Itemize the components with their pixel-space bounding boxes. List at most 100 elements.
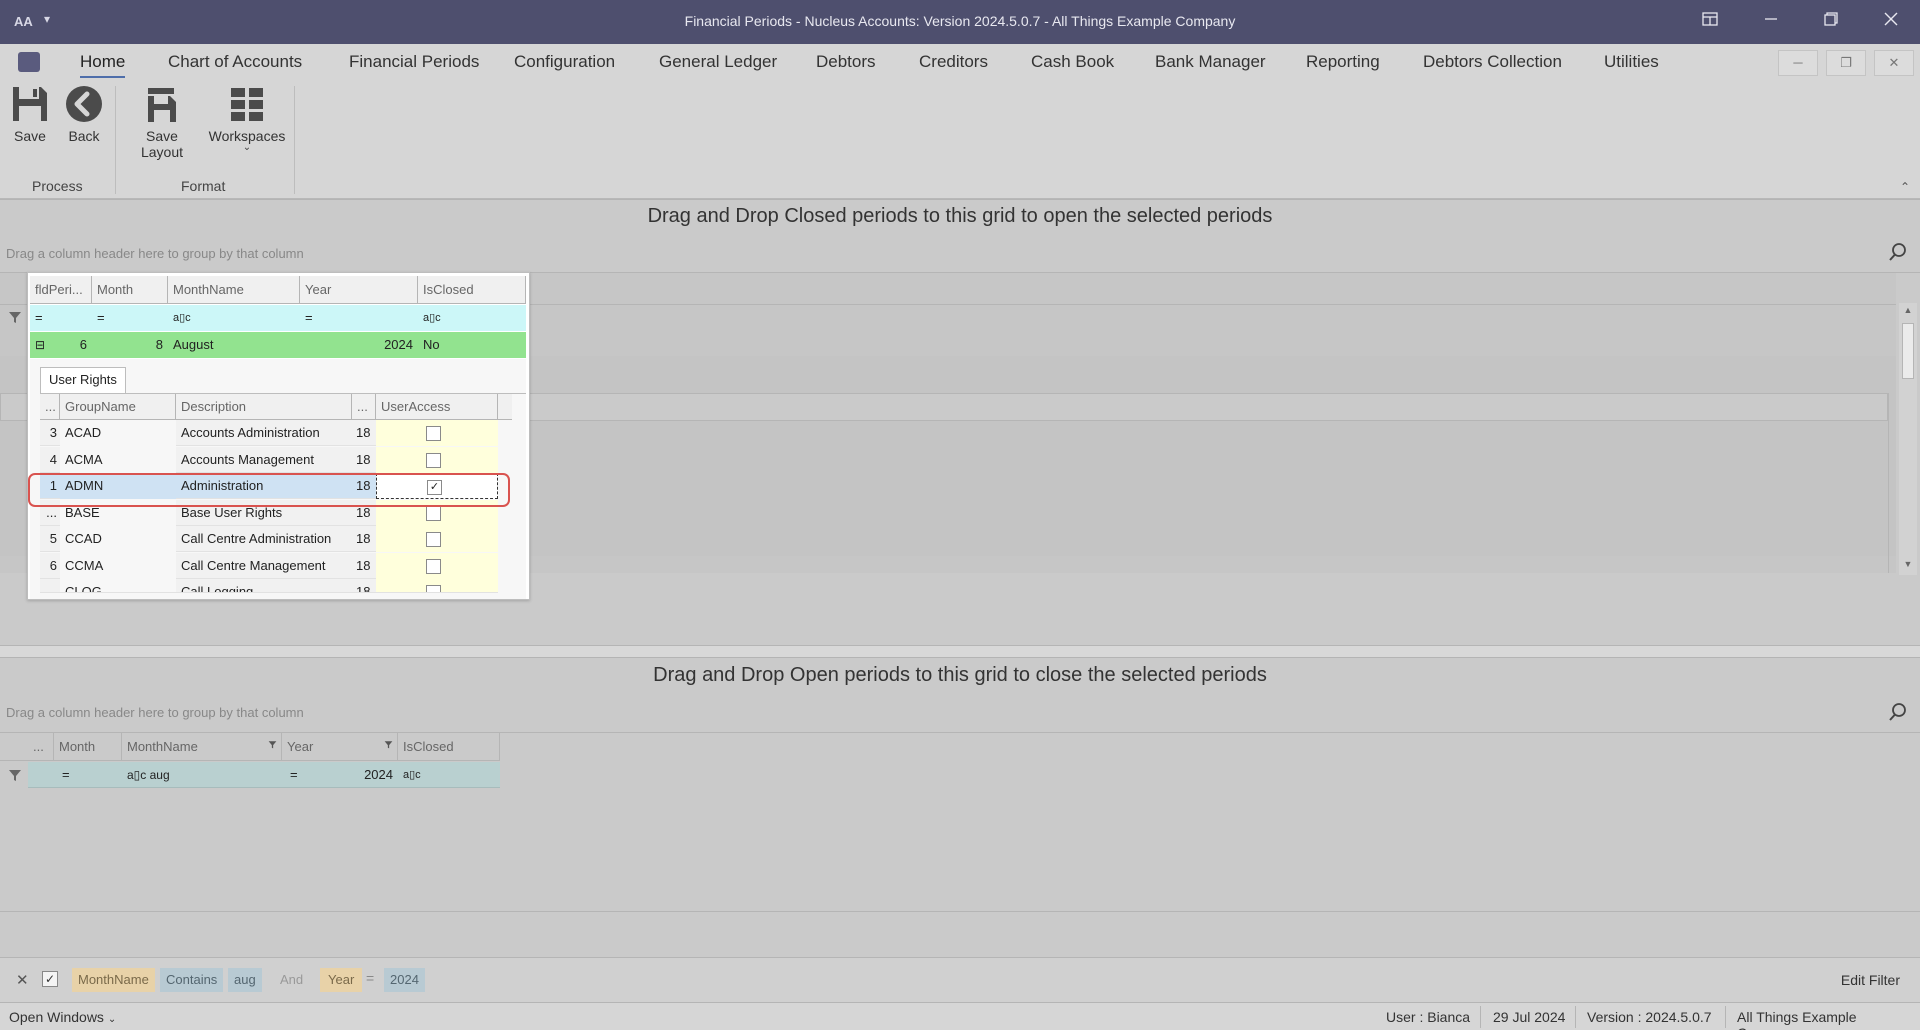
col-header-isclosed[interactable]: IsClosed <box>418 276 526 304</box>
col-header-monthname[interactable]: MonthName <box>122 733 282 761</box>
table-row[interactable]: 4 ACMA Accounts Management 18 <box>40 446 498 473</box>
filter-value-2024[interactable]: 2024 <box>384 968 425 992</box>
group-by-area[interactable]: Drag a column header here to group by th… <box>6 246 304 261</box>
collapse-ribbon-icon[interactable]: ⌃ <box>1900 180 1910 194</box>
auto-filter-row: = = a▯c = a▯c <box>30 305 526 331</box>
filter-cell-year[interactable]: 2024 <box>302 762 398 788</box>
open-windows-dropdown[interactable]: Open Windows ⌄ <box>9 1009 116 1025</box>
save-button[interactable]: Save <box>10 84 50 144</box>
filter-cell-month[interactable]: = <box>92 305 168 331</box>
tab-debtors[interactable]: Debtors <box>816 52 876 72</box>
status-company: All Things Example Company <box>1737 1009 1857 1030</box>
scroll-up-icon[interactable]: ▲ <box>1902 305 1914 317</box>
filter-field-monthname[interactable]: MonthName <box>72 968 155 992</box>
tab-creditors[interactable]: Creditors <box>919 52 988 72</box>
clear-filter-icon[interactable]: ✕ <box>16 971 29 989</box>
table-row[interactable]: ⊟ 6 8 August 2024 No <box>30 332 526 358</box>
edit-filter-link[interactable]: Edit Filter <box>1841 972 1900 988</box>
vertical-scrollbar[interactable]: ▲ ▼ <box>1899 303 1917 575</box>
ribbon-tab-bar: Home Chart of Accounts Financial Periods… <box>0 44 1920 80</box>
useraccess-checkbox[interactable] <box>426 505 441 521</box>
save-layout-button[interactable]: Save Layout <box>124 84 200 160</box>
tab-reporting[interactable]: Reporting <box>1306 52 1380 72</box>
cell-count: 18 <box>356 425 371 440</box>
tab-cash-book[interactable]: Cash Book <box>1031 52 1114 72</box>
open-windows-label: Open Windows <box>9 1009 104 1025</box>
useraccess-checkbox[interactable] <box>426 585 441 592</box>
scroll-down-icon[interactable]: ▼ <box>1902 559 1914 571</box>
workspaces-dropdown-icon[interactable]: ⌄ <box>208 143 286 153</box>
minimize-window-icon[interactable] <box>1751 8 1791 36</box>
close-window-icon[interactable] <box>1871 8 1911 36</box>
table-row[interactable]: 6 CCMA Call Centre Management 18 <box>40 552 498 579</box>
top-panel-title: Drag and Drop Closed periods to this gri… <box>647 205 1273 227</box>
useraccess-checkbox[interactable] <box>426 532 441 547</box>
table-row[interactable]: 3 ACAD Accounts Administration 18 <box>40 420 498 446</box>
tab-chart-of-accounts[interactable]: Chart of Accounts <box>168 52 302 72</box>
column-filter-icon[interactable] <box>268 736 277 752</box>
group-by-area[interactable]: Drag a column header here to group by th… <box>6 705 304 720</box>
search-icon[interactable] <box>1888 242 1908 265</box>
table-row[interactable]: CLOG Call Logging 18 <box>40 579 498 593</box>
useraccess-checkbox[interactable] <box>426 426 441 441</box>
filter-field-year[interactable]: Year <box>320 968 363 992</box>
cell-id: 3 <box>49 425 57 440</box>
filter-cell-year-operator[interactable]: = <box>282 762 302 788</box>
ribbon: Home Chart of Accounts Financial Periods… <box>0 44 1920 199</box>
col-header-month[interactable]: Month <box>54 733 122 761</box>
col-header-id[interactable]: ... <box>28 733 54 761</box>
tab-debtors-collection[interactable]: Debtors Collection <box>1423 52 1562 72</box>
tab-financial-periods[interactable]: Financial Periods <box>349 52 479 72</box>
col-header-id[interactable]: ... <box>40 394 60 420</box>
filter-cell-fldperiod[interactable]: = <box>30 305 92 331</box>
tab-user-rights[interactable]: User Rights <box>40 367 126 393</box>
filter-operator-contains[interactable]: Contains <box>160 968 224 992</box>
back-button[interactable]: Back <box>64 84 104 144</box>
mdi-minimize-icon[interactable]: ─ <box>1778 50 1818 76</box>
filter-value-aug[interactable]: aug <box>228 968 262 992</box>
tab-utilities[interactable]: Utilities <box>1604 52 1659 72</box>
col-header-description[interactable]: Description <box>176 394 352 420</box>
panel-splitter[interactable] <box>0 645 1920 657</box>
table-row[interactable]: 5 CCAD Call Centre Administration 18 <box>40 526 498 552</box>
cell-id: 4 <box>49 451 57 467</box>
col-header-year[interactable]: Year <box>300 276 418 304</box>
tab-configuration[interactable]: Configuration <box>514 52 615 72</box>
filter-conjunction[interactable]: And <box>280 972 303 987</box>
collapse-row-icon[interactable]: ⊟ <box>30 332 50 358</box>
mdi-restore-icon[interactable]: ❐ <box>1826 50 1866 76</box>
filter-cell-id[interactable] <box>28 762 54 788</box>
column-filter-icon[interactable] <box>384 736 393 752</box>
search-icon[interactable] <box>1888 702 1908 725</box>
cell-month: 8 <box>155 337 163 352</box>
col-header-groupname[interactable]: GroupName <box>60 394 176 420</box>
col-header-month[interactable]: Month <box>92 276 168 304</box>
useraccess-checkbox[interactable] <box>426 558 441 574</box>
enable-filter-checkbox[interactable]: ✓ <box>42 971 58 987</box>
filter-cell-monthname[interactable]: a▯c aug <box>122 762 282 788</box>
filter-cell-isclosed[interactable]: a▯c <box>418 305 526 331</box>
col-header-monthname[interactable]: MonthName <box>168 276 300 304</box>
workspaces-button[interactable]: Workspaces ⌄ <box>208 84 286 153</box>
tab-general-ledger[interactable]: General Ledger <box>659 52 777 72</box>
status-user: User : Bianca <box>1386 1009 1471 1025</box>
col-header-isclosed[interactable]: IsClosed <box>398 733 500 761</box>
col-header-fldperiod[interactable]: fldPeri... <box>30 276 92 304</box>
restore-window-icon[interactable] <box>1811 8 1851 36</box>
ribbon-display-options-icon[interactable] <box>1690 8 1730 36</box>
filter-cell-isclosed[interactable]: a▯c <box>398 762 500 788</box>
filter-cell-monthname[interactable]: a▯c <box>168 305 300 331</box>
tab-bank-manager[interactable]: Bank Manager <box>1155 52 1266 72</box>
mdi-close-icon[interactable]: ✕ <box>1874 50 1914 76</box>
app-menu-icon[interactable] <box>18 52 40 72</box>
col-header-useraccess[interactable]: UserAccess <box>376 394 498 420</box>
col-header-count[interactable]: ... <box>352 394 376 420</box>
cell-id <box>40 579 60 592</box>
filter-operator-equals[interactable]: = <box>366 970 374 986</box>
tab-home[interactable]: Home <box>80 52 126 78</box>
useraccess-checkbox[interactable] <box>426 452 441 468</box>
scrollbar-thumb[interactable] <box>1902 323 1914 379</box>
filter-cell-month[interactable]: = <box>54 762 122 788</box>
col-header-year[interactable]: Year <box>282 733 398 761</box>
filter-cell-year[interactable]: = <box>300 305 418 331</box>
